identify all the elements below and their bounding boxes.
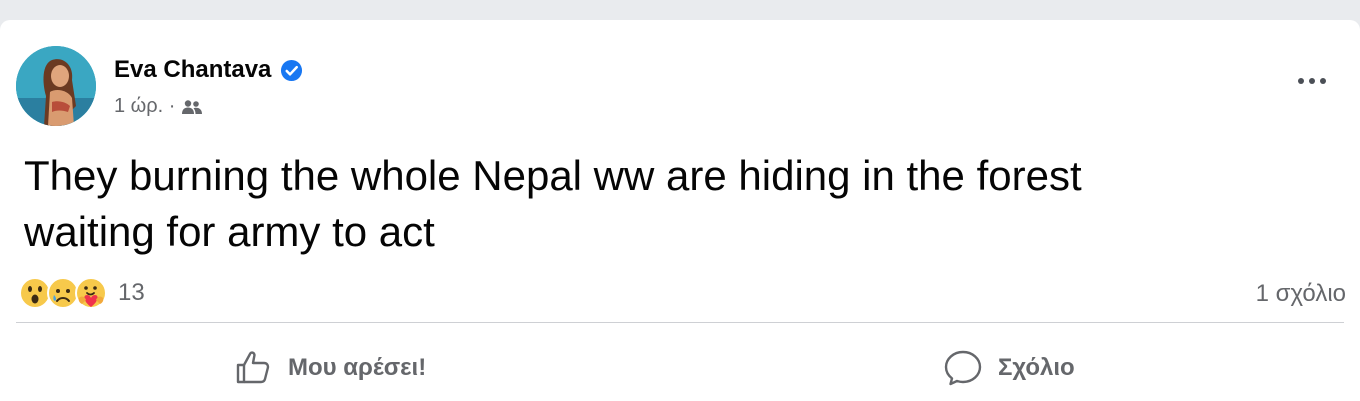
care-reaction-icon bbox=[75, 277, 107, 309]
post-meta: 1 ώρ. · bbox=[114, 95, 203, 118]
friends-icon[interactable] bbox=[181, 99, 203, 115]
more-options-dot bbox=[1320, 78, 1326, 84]
author-name-row: Eva Chantava bbox=[114, 56, 303, 84]
post-text: They burning the whole Nepal ww are hidi… bbox=[24, 148, 1324, 260]
comment-count-link[interactable]: 1 σχόλιο bbox=[1256, 280, 1346, 308]
like-button[interactable]: Μου αρέσει! bbox=[232, 345, 426, 391]
more-options-button[interactable] bbox=[1290, 66, 1334, 96]
author-name[interactable]: Eva Chantava bbox=[114, 56, 271, 84]
like-icon bbox=[236, 351, 270, 384]
post-card: Eva Chantava 1 ώρ. · They burning the wh… bbox=[0, 20, 1360, 401]
author-avatar[interactable] bbox=[16, 46, 96, 126]
divider bbox=[16, 322, 1344, 323]
post-timestamp[interactable]: 1 ώρ. · bbox=[114, 95, 175, 118]
reactions-summary[interactable]: 13 bbox=[18, 275, 145, 311]
reaction-count: 13 bbox=[118, 279, 145, 306]
comment-button[interactable]: Σχόλιο bbox=[942, 345, 1075, 391]
more-options-icon bbox=[1298, 78, 1304, 84]
comment-icon bbox=[944, 350, 982, 386]
comment-label: Σχόλιο bbox=[998, 354, 1075, 381]
verified-badge-icon bbox=[281, 59, 303, 81]
more-options-dot bbox=[1309, 78, 1315, 84]
like-label: Μου αρέσει! bbox=[288, 354, 427, 381]
post-text-line: waiting for army to act bbox=[24, 208, 435, 255]
post-text-line: They burning the whole Nepal ww are hidi… bbox=[24, 152, 1082, 199]
